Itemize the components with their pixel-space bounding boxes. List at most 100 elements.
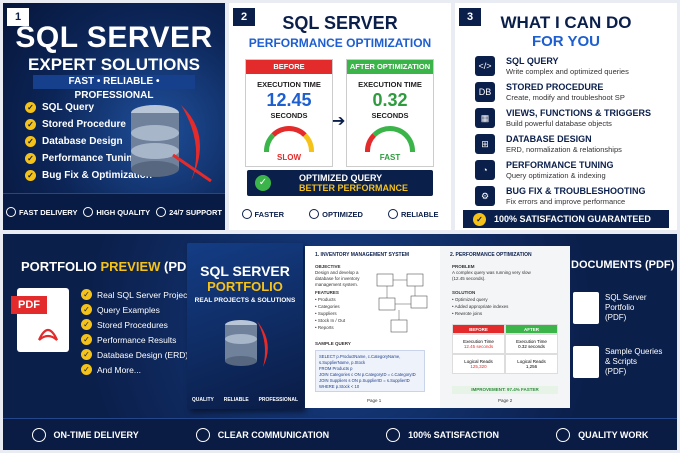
table-row: Logical Reads 125,320 Logical Reads 1,256 <box>452 354 558 374</box>
optimized-banner: ✓ OPTIMIZED QUERY BETTER PERFORMANCE <box>247 170 433 196</box>
panel-footer: FAST DELIVERY HIGH QUALITY 24/7 SUPPORT <box>3 193 225 230</box>
rocket-icon <box>5 207 16 217</box>
check-icon: ✓ <box>25 102 36 113</box>
footer-item: 100% SATISFACTION <box>386 427 499 442</box>
document-label: Sample Queries & Scripts (PDF) <box>605 347 663 376</box>
panel-footer: ON-TIME DELIVERY CLEAR COMMUNICATION 100… <box>3 418 677 450</box>
pdf-file-icon: PDF <box>11 288 69 352</box>
card-header: AFTER OPTIMIZATION <box>347 60 433 74</box>
arrow-right-icon: ➔ <box>332 113 346 130</box>
gear-icon: ⚙ <box>475 186 495 206</box>
database-server-icon <box>131 105 212 183</box>
service-item: ⊞ DATABASE DESIGN ERD, normalization & rel… <box>475 132 671 155</box>
portfolio-book-cover: SQL SERVER PORTFOLIO REAL PROJECTS & SOL… <box>187 243 303 409</box>
list-item: ✓ And More... <box>81 362 194 377</box>
book-footer: QUALITY RELIABLE PROFESSIONAL <box>191 397 299 403</box>
acrobat-icon <box>37 328 59 341</box>
list-item: ✓ Database Design (ERD) <box>81 347 194 362</box>
book-title: SQL SERVER <box>200 263 290 279</box>
panel-subtitle: FOR YOU <box>531 33 601 50</box>
card-label: EXECUTION TIME <box>358 80 422 89</box>
unit-label: SECONDS <box>371 111 409 120</box>
panel-title: SQL SERVER <box>15 21 213 54</box>
service-item: ◔ PERFORMANCE TUNING Query optimization & … <box>475 158 671 181</box>
service-item: ▦ VIEWS, FUNCTIONS & TRIGGERS Build powerf… <box>475 106 671 129</box>
footer-item: ON-TIME DELIVERY <box>31 427 139 442</box>
clock-icon <box>31 427 46 442</box>
panel-what-i-can-do: 3 WHAT I CAN DO FOR YOU </> SQL QUERY Writ… <box>455 3 677 230</box>
footer-item: QUALITY WORK <box>556 427 648 442</box>
panel-sql-server-expert: 1 SQL SERVER EXPERT SOLUTIONS FAST • REL… <box>3 3 225 230</box>
check-icon: ✓ <box>25 170 36 181</box>
check-icon: ✓ <box>81 289 92 300</box>
shield-icon <box>386 427 401 442</box>
check-icon: ✓ <box>81 304 92 315</box>
portfolio-title: PORTFOLIO PREVIEW (PDF) <box>21 259 199 274</box>
database-icon <box>309 209 320 219</box>
guarantee-bar: ✓ 100% SATISFACTION GUARANTEED <box>463 210 669 228</box>
book-subtitle: PORTFOLIO <box>207 279 283 294</box>
panel-title: SQL SERVER <box>282 13 398 33</box>
speedometer-icon <box>365 126 415 152</box>
improvement-badge: IMPROVEMENT: 97.4% FASTER <box>452 386 558 394</box>
portfolio-page-2: 2. PERFORMANCE OPTIMIZATION PROBLEM A co… <box>440 246 570 408</box>
book-tagline: REAL PROJECTS & SOLUTIONS <box>194 297 296 304</box>
sql-code-block: SELECT p.ProductName, c.CategoryName, s.… <box>315 350 425 392</box>
check-icon: ✓ <box>25 153 36 164</box>
chat-icon <box>195 427 210 442</box>
status-label: FAST <box>379 153 401 162</box>
clock-icon <box>156 207 167 217</box>
before-card: BEFORE OPTIMIZATION EXECUTION TIME 12.45… <box>245 59 333 167</box>
database-server-icon <box>225 320 268 367</box>
panel-title: WHAT I CAN DO <box>500 13 632 32</box>
panel-footer: FASTER OPTIMIZED RELIABLE <box>229 203 451 225</box>
service-item: </> SQL QUERY Write complex and optimized … <box>475 54 671 77</box>
shield-icon <box>387 209 398 219</box>
list-item: ✓ Real SQL Server Projects <box>81 287 194 302</box>
footer-item: FAST DELIVERY <box>5 207 77 217</box>
panel-performance-optimization: 2 SQL SERVER PERFORMANCE OPTIMIZATION BE… <box>229 3 451 230</box>
document-icon <box>573 346 599 378</box>
check-icon: ✓ <box>81 364 92 375</box>
list-item: ✓ Query Examples <box>81 302 194 317</box>
table-row: BEFORE AFTER <box>452 324 558 334</box>
portfolio-page-1: 1. INVENTORY MANAGEMENT SYSTEM OBJECTIVE… <box>305 246 440 408</box>
badge-icon: ✓ <box>473 212 486 226</box>
check-circle-icon: ✓ <box>255 175 271 191</box>
footer-item: CLEAR COMMUNICATION <box>195 427 329 442</box>
code-icon: </> <box>475 56 495 76</box>
grid-icon: ▦ <box>475 108 495 128</box>
document-icon <box>573 292 599 324</box>
bar-chart-icon <box>556 427 571 442</box>
erd-diagram <box>376 273 428 333</box>
tagline-bar: FAST • RELIABLE • PROFESSIONAL <box>33 75 195 101</box>
panel-portfolio-preview: PORTFOLIO PREVIEW (PDF) PDF ✓ Real SQL Se… <box>3 234 677 450</box>
diagram-icon: ⊞ <box>475 134 495 154</box>
comparison-table: BEFORE AFTER Execution Time 12.45 seconds… <box>452 324 558 374</box>
document-label: SQL Server Portfolio (PDF) <box>605 293 647 322</box>
footer-item: FASTER <box>241 209 284 219</box>
check-icon: ✓ <box>25 136 36 147</box>
check-icon: ✓ <box>81 349 92 360</box>
card-header: BEFORE OPTIMIZATION <box>246 60 332 85</box>
list-item: ✓ Stored Procedures <box>81 317 194 332</box>
card-label: EXECUTION TIME <box>257 80 321 89</box>
speedometer-icon: ◔ <box>475 160 495 180</box>
shield-icon <box>83 207 94 217</box>
list-item: ✓ Performance Results <box>81 332 194 347</box>
execution-time-value: 12.45 <box>266 90 312 110</box>
check-icon: ✓ <box>25 119 36 130</box>
check-icon: ✓ <box>81 319 92 330</box>
chart-icon <box>241 209 252 219</box>
footer-item: 24/7 SUPPORT <box>156 207 222 217</box>
panel-subtitle: EXPERT SOLUTIONS <box>28 55 200 74</box>
documents-title: DOCUMENTS (PDF) <box>571 259 675 271</box>
database-icon: DB <box>475 82 495 102</box>
status-label: SLOW <box>277 153 301 162</box>
speedometer-icon <box>264 126 314 152</box>
service-item: ⚙ BUG FIX & TROUBLESHOOTING Fix errors and… <box>475 184 671 207</box>
execution-time-value: 0.32 <box>372 90 408 110</box>
unit-label: SECONDS <box>270 111 308 120</box>
after-card: AFTER OPTIMIZATION EXECUTION TIME 0.32 S… <box>346 59 434 167</box>
footer-item: HIGH QUALITY <box>83 207 150 217</box>
